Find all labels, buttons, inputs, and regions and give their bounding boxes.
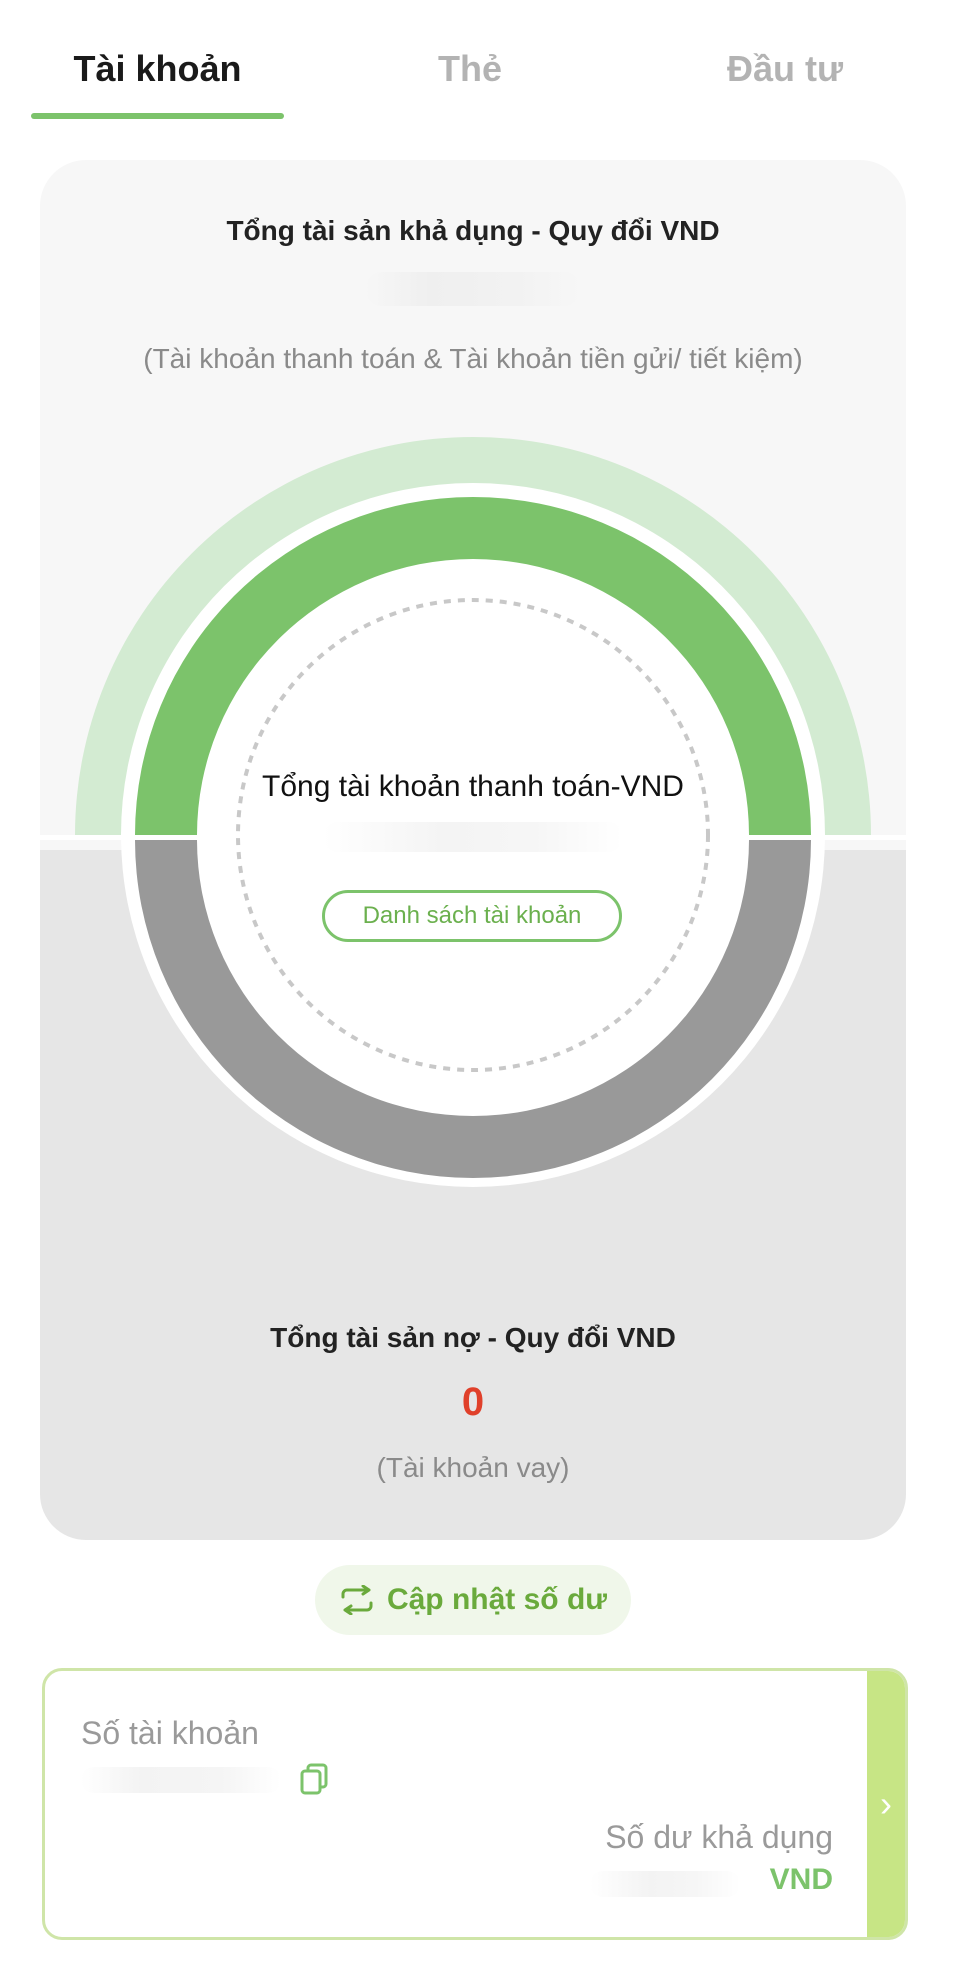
tab-investments[interactable]: Đầu tư [665, 48, 905, 90]
payment-accounts-value-hidden [323, 822, 623, 852]
account-number-hidden [81, 1767, 281, 1793]
asset-summary-card: Tổng tài sản khả dụng - Quy đổi VND (Tài… [40, 160, 906, 1540]
refresh-balance-label: Cập nhật số dư [386, 1583, 608, 1616]
tab-bar: Tài khoản Thẻ Đầu tư [0, 0, 956, 125]
tab-accounts[interactable]: Tài khoản [31, 48, 284, 90]
refresh-arrows-icon [341, 1585, 373, 1615]
refresh-balance-button[interactable]: Cập nhật số dư [315, 1565, 631, 1635]
available-balance-label: Số dư khả dụng [605, 1819, 833, 1855]
available-balance-hidden [590, 1871, 740, 1897]
account-card[interactable]: Số tài khoản Số dư khả dụng VND › [42, 1668, 908, 1940]
tab-cards[interactable]: Thẻ [355, 48, 585, 90]
account-list-button[interactable]: Danh sách tài khoản [322, 890, 622, 942]
active-tab-indicator [31, 113, 284, 119]
account-detail-arrow[interactable]: › [867, 1671, 905, 1937]
balance-currency: VND [769, 1863, 833, 1896]
account-number-label: Số tài khoản [81, 1715, 259, 1751]
total-debt-value: 0 [461, 1380, 485, 1424]
copy-icon[interactable] [300, 1763, 330, 1795]
chevron-right-icon: › [880, 1783, 892, 1824]
total-debt-title: Tổng tài sản nợ - Quy đổi VND [270, 1322, 676, 1353]
payment-accounts-label: Tổng tài khoản thanh toán-VND [262, 770, 684, 803]
total-debt-note: (Tài khoản vay) [376, 1452, 570, 1483]
